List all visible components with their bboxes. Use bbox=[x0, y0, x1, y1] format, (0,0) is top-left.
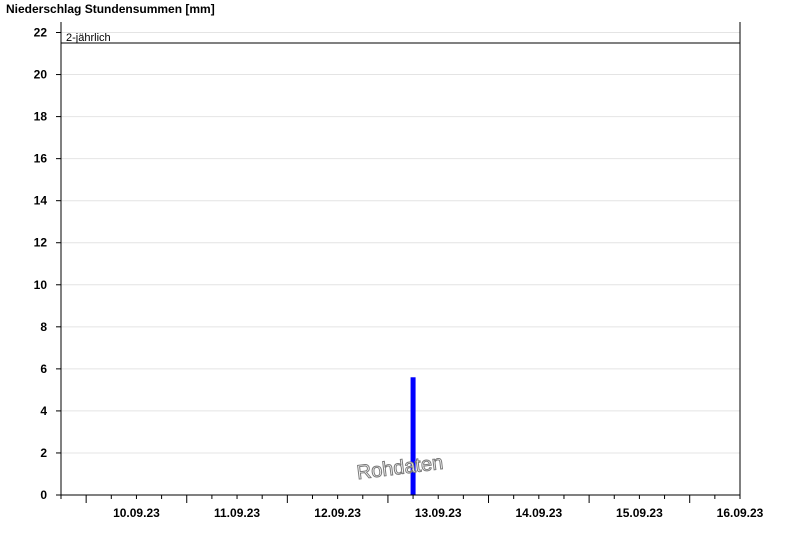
y-tick-label: 2 bbox=[40, 446, 47, 460]
y-axis-ticks: 0 2 4 6 8 10 12 14 16 18 20 22 bbox=[34, 26, 61, 502]
x-tick-label: 13.09.23 bbox=[415, 506, 462, 520]
x-tick-label: 15.09.23 bbox=[616, 506, 663, 520]
y-tick-label: 8 bbox=[40, 320, 47, 334]
x-axis-ticks: 10.09.23 11.09.23 12.09.23 13.09.23 14.09.23… bbox=[60, 495, 764, 520]
y-tick-label: 14 bbox=[34, 194, 48, 208]
y-tick-label: 4 bbox=[40, 404, 47, 418]
x-tick-label: 10.09.23 bbox=[113, 506, 160, 520]
y-tick-label: 22 bbox=[34, 26, 48, 40]
watermark-label: Rohdaten bbox=[356, 452, 445, 484]
x-tick-label: 12.09.23 bbox=[314, 506, 361, 520]
axes bbox=[60, 22, 741, 496]
reference-lines: 2-jährlich bbox=[61, 32, 740, 44]
y-tick-label: 10 bbox=[34, 278, 48, 292]
x-tick-label: 14.09.23 bbox=[515, 506, 562, 520]
y-tick-label: 0 bbox=[40, 488, 47, 502]
x-tick-label: 16.09.23 bbox=[717, 506, 764, 520]
y-tick-label: 20 bbox=[34, 68, 48, 82]
precipitation-chart: Niederschlag Stundensummen [mm] 2-jährli… bbox=[6, 2, 764, 520]
y-tick-label: 18 bbox=[34, 110, 48, 124]
y-tick-label: 12 bbox=[34, 236, 48, 250]
reference-line-label: 2-jährlich bbox=[66, 32, 111, 44]
y-tick-label: 16 bbox=[34, 152, 48, 166]
chart-title: Niederschlag Stundensummen [mm] bbox=[6, 2, 215, 16]
y-tick-label: 6 bbox=[40, 362, 47, 376]
grid-lines bbox=[61, 32, 740, 454]
x-tick-label: 11.09.23 bbox=[214, 506, 260, 520]
